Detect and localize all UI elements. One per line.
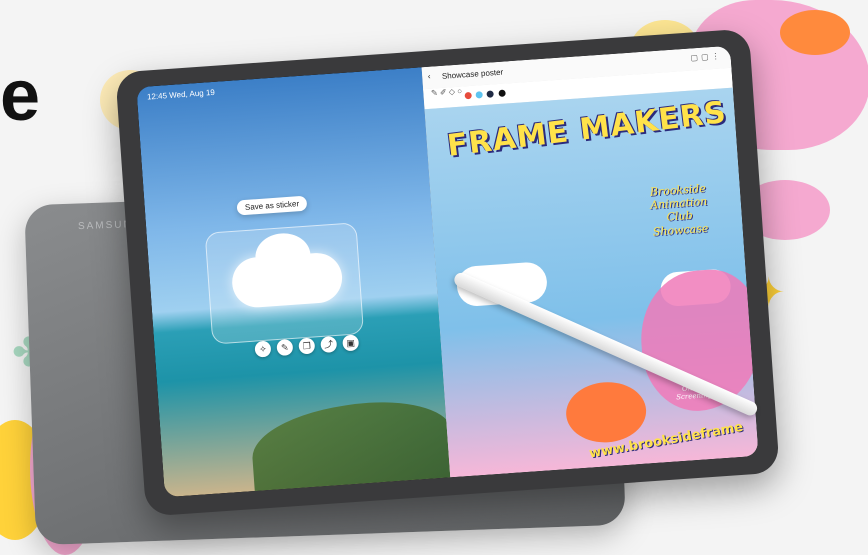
tablet-screen: 12:45 Wed, Aug 19 Save as sticker ✧ ✎ ❐ …	[136, 45, 759, 498]
notes-app-pane: ‹ Showcase poster ▢▢⋮ ✎ ✐ ◇ ○ FRAME MAKE…	[421, 45, 759, 478]
color-blue[interactable]	[475, 91, 484, 99]
poster-title: FRAME MAKERS	[444, 94, 729, 164]
color-black[interactable]	[498, 89, 506, 98]
save-as-sticker-button[interactable]: Save as sticker	[236, 195, 308, 216]
orange-blob-top-right	[780, 10, 850, 55]
pen-icon[interactable]: ✎	[276, 338, 294, 357]
share-icon[interactable]: ⤴	[320, 335, 338, 353]
hero-banner: ✦ ✤ e SAMSUNG 12:45 Wed, Aug 19 Save as …	[0, 0, 868, 555]
header-actions[interactable]: ▢▢⋮	[690, 51, 723, 62]
copy-icon[interactable]: ❐	[298, 337, 316, 355]
wand-icon[interactable]: ✧	[254, 340, 272, 358]
status-bar-time: 12:45 Wed, Aug 19	[146, 87, 216, 102]
pen-tool-icon[interactable]: ✎ ✐ ◇ ○	[431, 87, 463, 98]
sticker-icon[interactable]: ▣	[342, 334, 360, 352]
color-navy[interactable]	[486, 90, 495, 98]
app-title: Showcase poster	[441, 67, 504, 81]
cloud-sticker	[230, 251, 344, 309]
color-red[interactable]	[464, 91, 472, 100]
back-arrow-icon[interactable]: ‹	[428, 72, 431, 81]
island-landscape	[249, 397, 455, 491]
photo-pane: 12:45 Wed, Aug 19 Save as sticker ✧ ✎ ❐ …	[136, 67, 455, 498]
tablet-device: 12:45 Wed, Aug 19 Save as sticker ✧ ✎ ❐ …	[115, 28, 780, 517]
headline-text: e	[0, 56, 41, 136]
poster-orange-shape	[563, 379, 648, 446]
poster-subtitle: Brookside Animation Club Showcase	[649, 181, 709, 239]
